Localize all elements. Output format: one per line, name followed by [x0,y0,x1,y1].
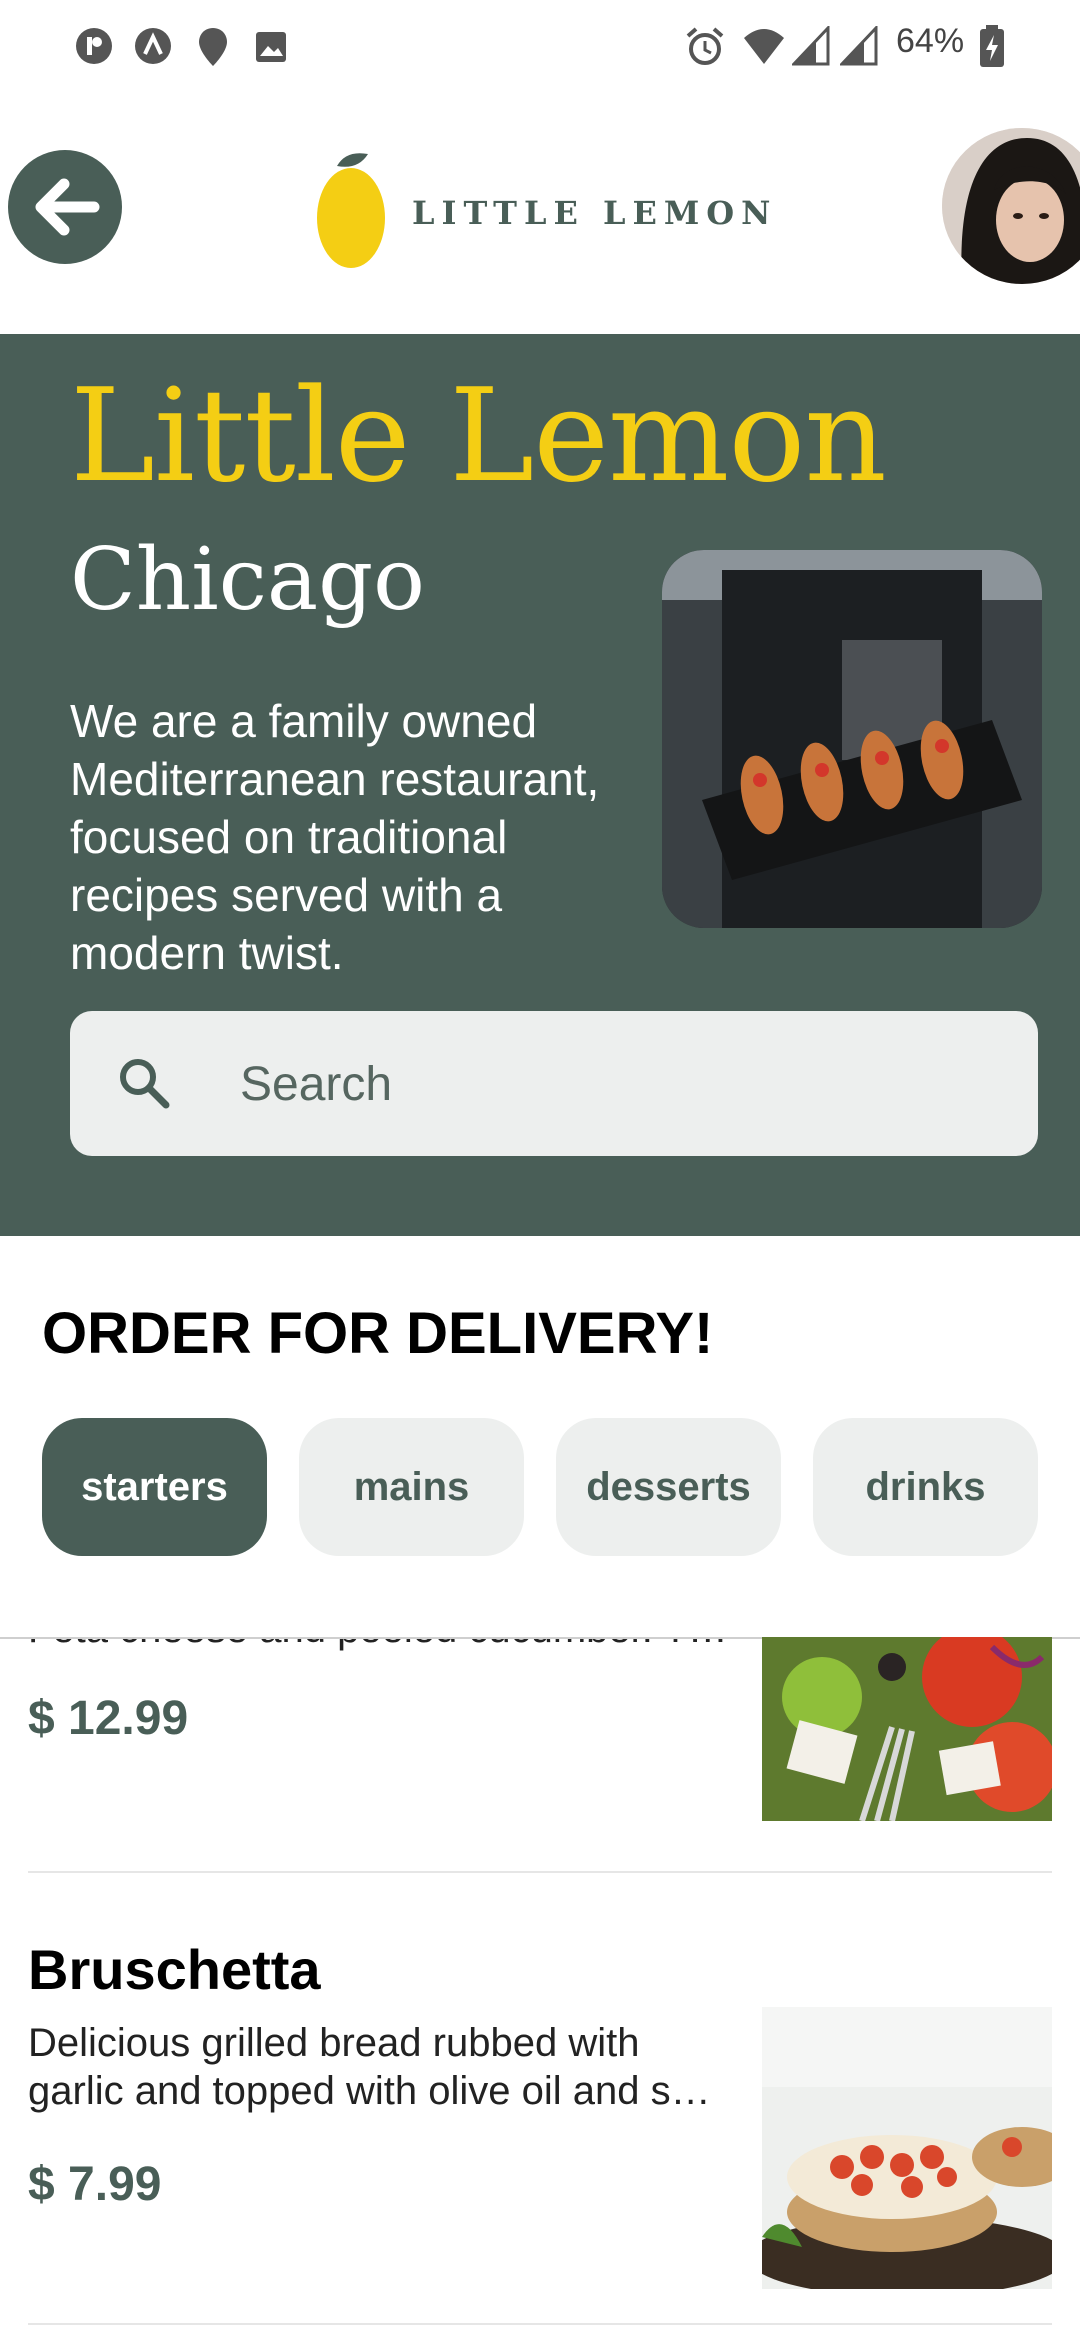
menu-item-description: Feta cheese and peeled cucumber. T… [28,1637,728,1652]
image-icon [256,32,286,62]
search-bar[interactable] [70,1011,1038,1158]
hero-image [662,550,1042,928]
search-icon [120,1059,170,1109]
wifi-icon [744,29,784,64]
back-button[interactable] [8,150,122,264]
restaurant-city: Chicago [70,530,425,630]
category-drinks[interactable]: drinks [813,1418,1038,1556]
alarm-icon [686,27,724,65]
logo-text: LITTLE LEMON [412,194,778,232]
signal-icon [840,26,878,66]
restaurant-name: Little Lemon [70,362,887,511]
restaurant-description: We are a family owned Mediterranean rest… [70,695,600,979]
battery-charging-icon [980,25,1004,67]
delivery-heading: ORDER FOR DELIVERY! [42,1301,714,1366]
greek-salad-image[interactable] [762,1637,1052,1821]
signal-icon [792,26,830,66]
search-input[interactable] [238,1011,1002,1158]
menu-item-price: $ 7.99 [28,2158,162,2211]
menu-item-name: Bruschetta [28,1938,321,2001]
category-starters[interactable]: starters [42,1418,267,1556]
menu-item-price: $ 12.99 [28,1692,189,1745]
avatar[interactable] [942,128,1080,284]
profile-photo [942,128,1080,284]
category-desserts[interactable]: desserts [556,1418,781,1556]
logo: LITTLE LEMON [310,148,770,272]
bruschetta-image[interactable] [762,2007,1052,2289]
lemon-icon [317,153,385,268]
a-badge-icon [135,28,171,64]
menu-item-description: Delicious grilled bread rubbed with garl… [28,2021,711,2113]
menu-divider [28,1871,1052,1873]
battery-percentage: 64% [896,22,965,60]
category-mains[interactable]: mains [299,1418,524,1556]
p-badge-icon [76,28,112,64]
status-bar: 64% [0,0,1080,92]
location-pin-icon [199,28,227,66]
menu-list[interactable]: Feta cheese and peeled cucumber. T… $ 12… [0,1637,1080,2340]
menu-divider [28,2323,1052,2325]
arrow-left-icon [35,178,100,236]
